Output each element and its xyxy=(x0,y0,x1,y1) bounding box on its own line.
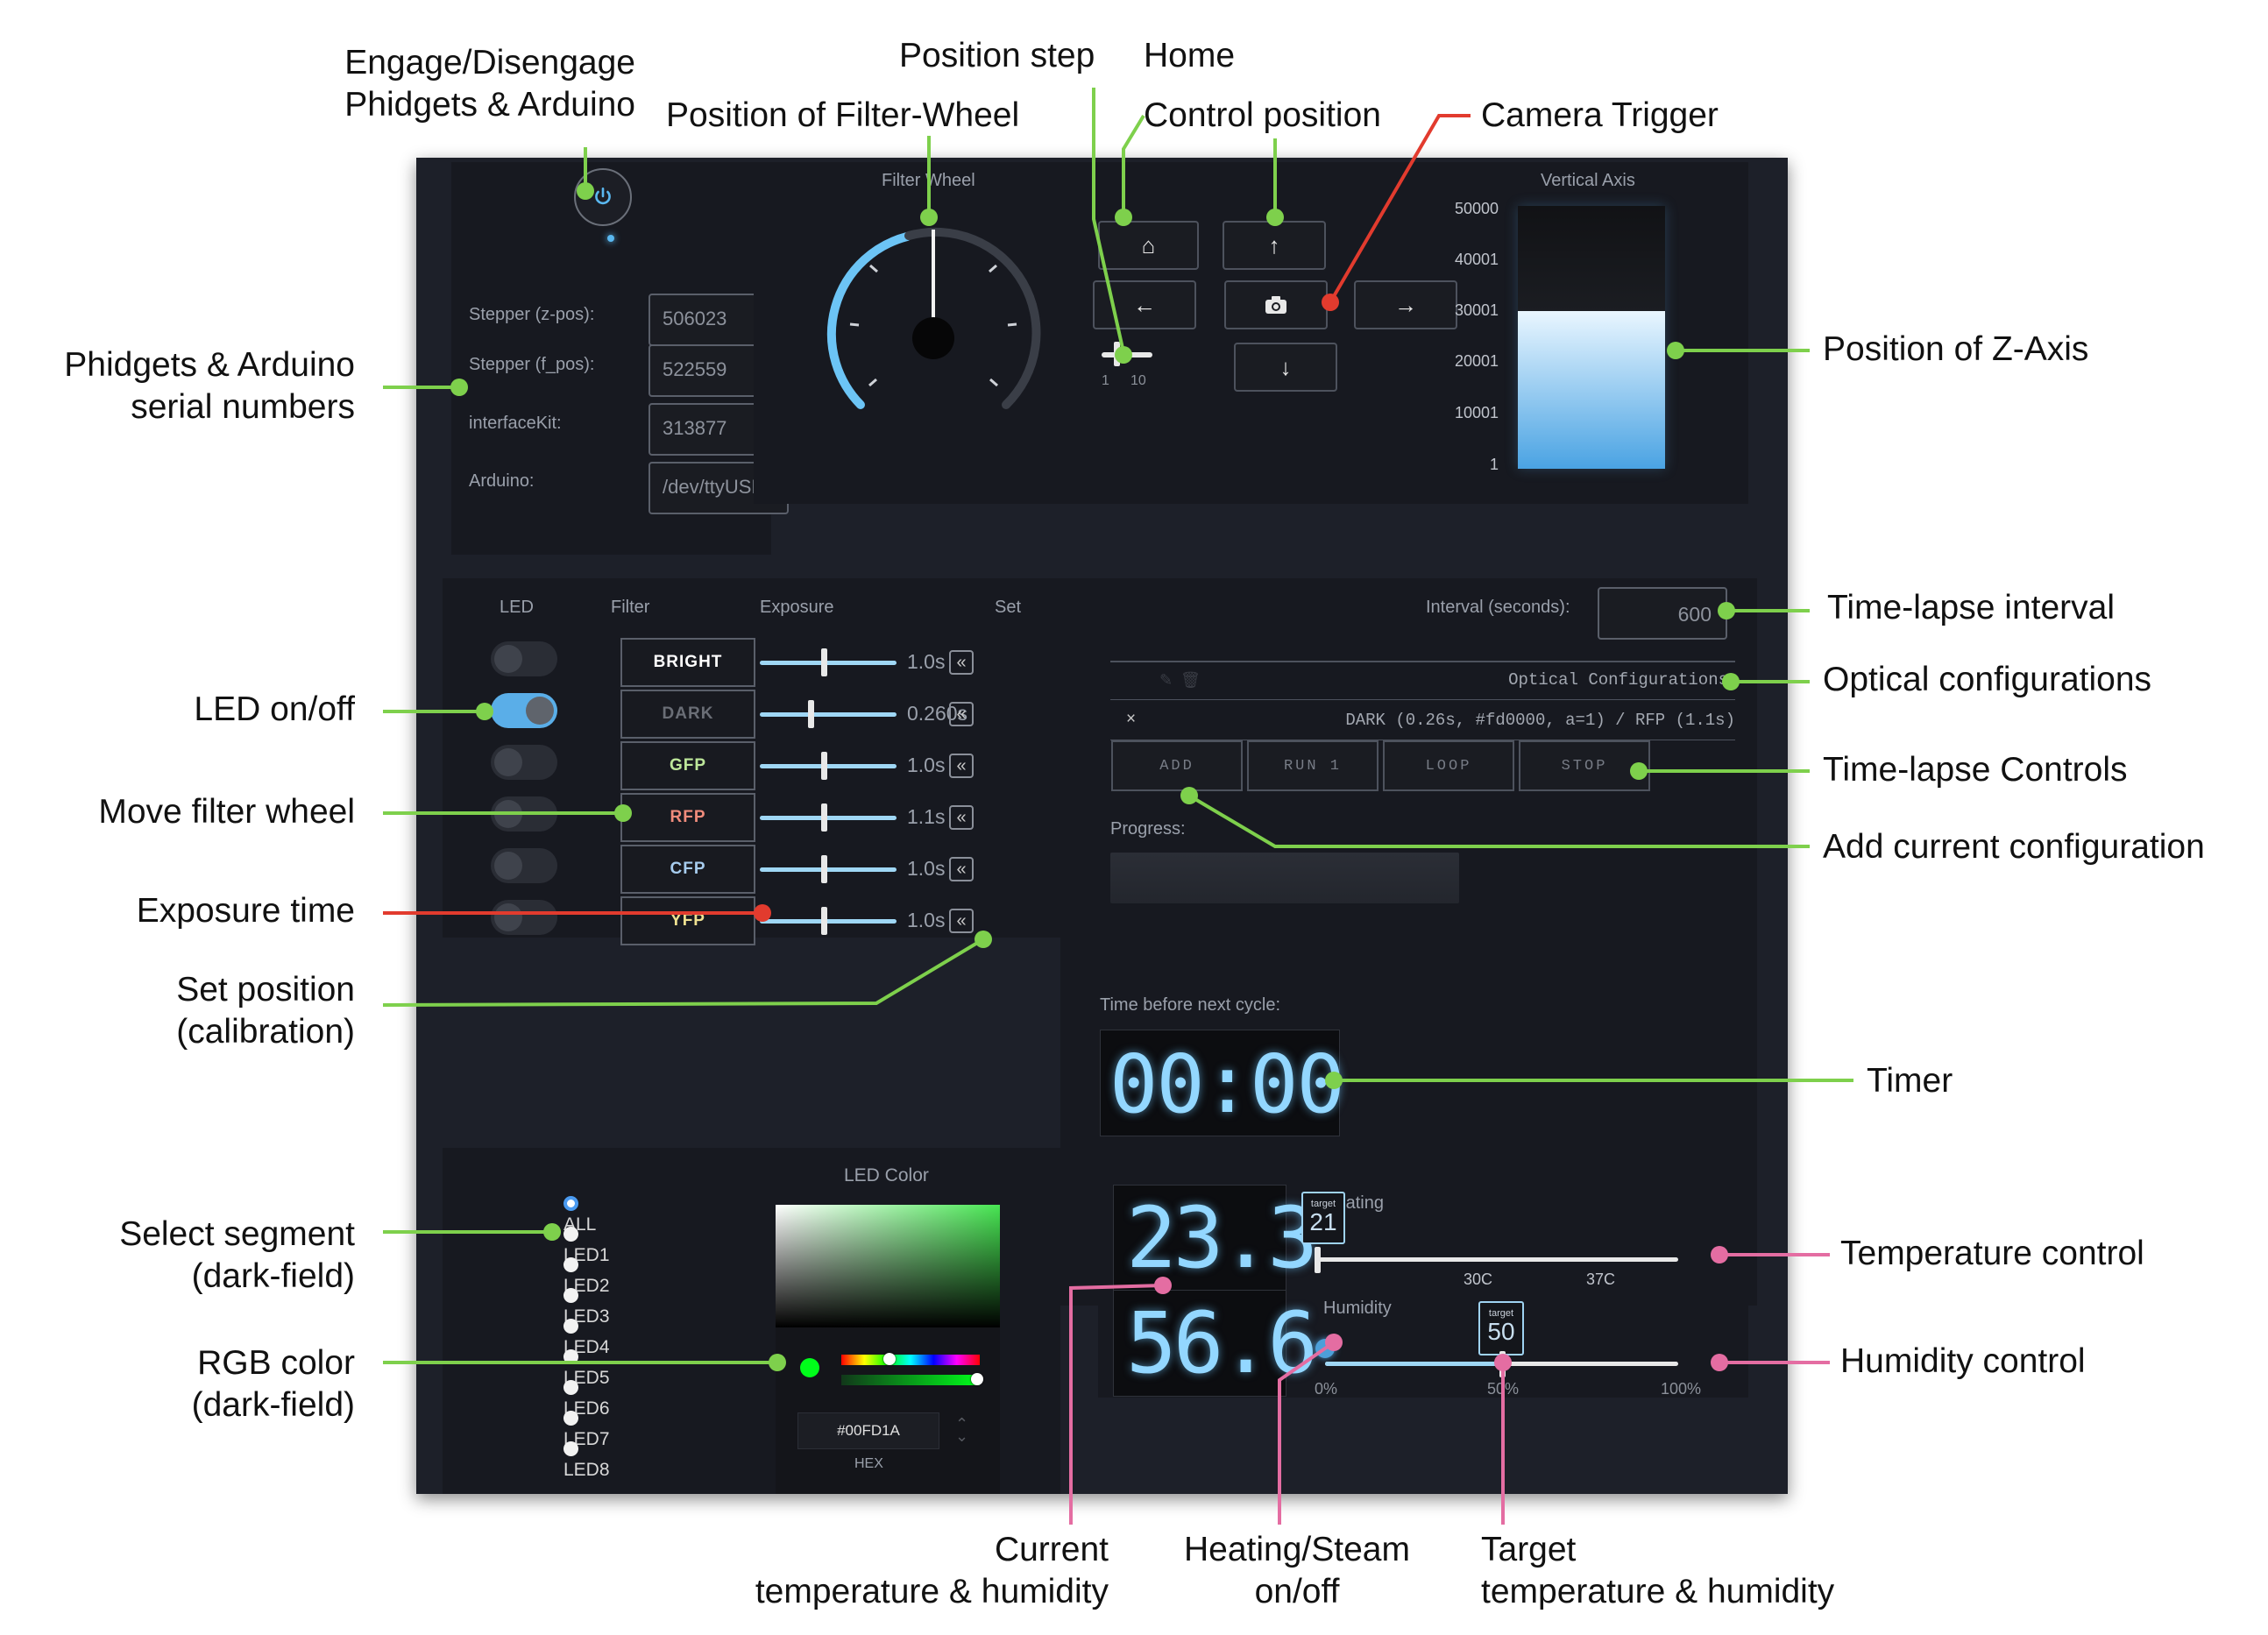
callout-overlay xyxy=(382,88,1853,1525)
